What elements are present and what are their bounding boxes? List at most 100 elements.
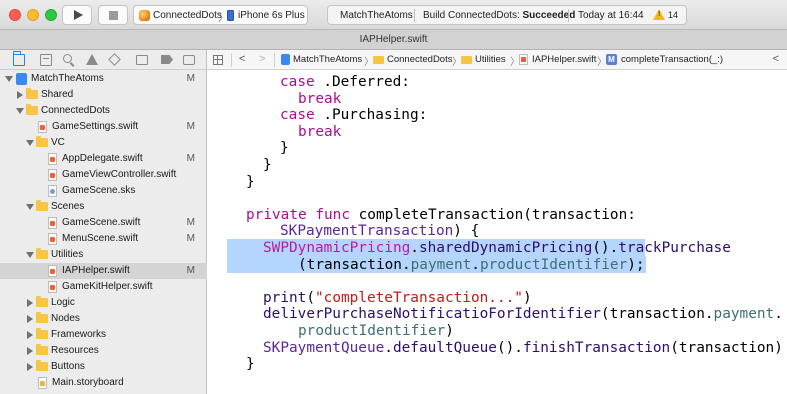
disclosure-down-icon[interactable]: [26, 204, 34, 210]
back-chevron-icon[interactable]: <: [239, 53, 245, 65]
tree-label: Logic: [51, 297, 75, 308]
disclosure-down-icon[interactable]: [16, 108, 24, 114]
related-items-grid-icon[interactable]: [213, 55, 223, 65]
disclosure-down-icon[interactable]: [5, 76, 13, 82]
report-navigator-icon[interactable]: [183, 55, 195, 65]
tree-row-logic[interactable]: Logic: [0, 295, 207, 311]
stop-button[interactable]: [98, 5, 128, 25]
activity-build-prefix: Build ConnectedDots:: [423, 10, 523, 21]
folder-icon: [36, 344, 48, 355]
breadcrumb-project[interactable]: MatchTheAtoms: [293, 54, 362, 65]
project-navigator-folder-icon[interactable]: [12, 51, 25, 66]
folder-icon: [26, 88, 38, 99]
disclosure-down-icon[interactable]: [26, 252, 34, 258]
activity-divider: [414, 9, 415, 22]
tree-row-shared[interactable]: Shared: [0, 87, 207, 103]
code-line: (transaction.payment.productIdentifier);: [298, 257, 645, 274]
disclosure-right-icon[interactable]: [17, 91, 23, 99]
tree-label: AppDelegate.swift: [62, 153, 143, 164]
code-text: (: [306, 289, 315, 306]
tree-row-iaphelper[interactable]: IAPHelper.swift M: [0, 263, 207, 279]
tree-row-resources[interactable]: Resources: [0, 343, 207, 359]
code-line: }: [263, 157, 272, 173]
warning-count[interactable]: 14: [668, 10, 678, 20]
disclosure-right-icon[interactable]: [27, 315, 33, 323]
tree-label: ConnectedDots: [41, 105, 110, 116]
zoom-window-button[interactable]: [45, 9, 57, 21]
code-line: SWPDynamicPricing.sharedDynamicPricing()…: [263, 240, 731, 257]
disclosure-right-icon[interactable]: [27, 347, 33, 355]
tree-row-menuscene[interactable]: MenuScene.swift M: [0, 231, 207, 247]
tree-label: Nodes: [51, 313, 80, 324]
code-text: .Deferred:: [314, 74, 410, 90]
tab-iaphelper[interactable]: IAPHelper.swift: [0, 30, 787, 50]
tree-row-vc[interactable]: VC: [0, 135, 207, 151]
tree-row-gamescene-swift[interactable]: GameScene.swift M: [0, 215, 207, 231]
swift-file-icon: [38, 121, 47, 133]
debug-navigator-icon[interactable]: [136, 55, 148, 65]
code-text: ) {: [453, 223, 480, 240]
code-method: sharedDynamicPricing: [418, 240, 593, 256]
code-property: productIdentifier: [479, 256, 628, 273]
find-navigator-search-icon[interactable]: [63, 54, 75, 66]
code-keyword: case: [280, 74, 315, 90]
app-target-icon: [139, 10, 150, 21]
tree-label: MenuScene.swift: [62, 233, 139, 244]
play-icon: [74, 10, 83, 20]
tree-label: GameViewController.swift: [62, 169, 177, 180]
swift-file-icon: [48, 153, 57, 165]
activity-viewer[interactable]: MatchTheAtoms Build ConnectedDots: Succe…: [327, 5, 687, 25]
source-editor: < > MatchTheAtoms 〉 ConnectedDots 〉 Util…: [207, 50, 787, 394]
tree-row-frameworks[interactable]: Frameworks: [0, 327, 207, 343]
disclosure-right-icon[interactable]: [27, 363, 33, 371]
code-type: SKPaymentQueue: [263, 339, 385, 356]
tree-row-scenes[interactable]: Scenes: [0, 199, 207, 215]
close-window-button[interactable]: [9, 9, 21, 21]
run-button[interactable]: [62, 5, 92, 25]
code-area[interactable]: case .Deferred: break case .Purchasing: …: [207, 70, 787, 394]
tree-row-main-storyboard[interactable]: Main.storyboard: [0, 375, 207, 391]
issue-navigator-warning-icon[interactable]: [86, 54, 98, 65]
minimize-window-button[interactable]: [27, 9, 39, 21]
forward-chevron-icon[interactable]: >: [259, 53, 265, 65]
disclosure-right-icon[interactable]: [27, 299, 33, 307]
scheme-selector[interactable]: ConnectedDots 〉 iPhone 6s Plus: [133, 5, 308, 25]
tree-row-gamescene-sks[interactable]: GameScene.sks: [0, 183, 207, 199]
breadcrumb-file[interactable]: IAPHelper.swift: [532, 54, 596, 65]
symbol-navigator-icon[interactable]: [40, 54, 52, 66]
breadcrumb-group[interactable]: ConnectedDots: [387, 54, 452, 65]
folder-icon: [36, 312, 48, 323]
tree-row-gamesettings[interactable]: GameSettings.swift M: [0, 119, 207, 135]
scm-status-badge: M: [186, 73, 195, 84]
code-line: SKPaymentQueue.defaultQueue().finishTran…: [263, 340, 783, 357]
tree-label: GameKitHelper.swift: [62, 281, 153, 292]
test-navigator-diamond-icon[interactable]: [108, 53, 121, 66]
tree-row-utilities[interactable]: Utilities: [0, 247, 207, 263]
activity-time: Today at 16:44: [578, 10, 644, 21]
scm-status-badge: M: [186, 121, 195, 132]
disclosure-down-icon[interactable]: [26, 140, 34, 146]
swift-file-icon: [48, 217, 57, 229]
tree-row-matchtheatoms[interactable]: MatchTheAtoms M: [0, 71, 207, 87]
tree-label: IAPHelper.swift: [62, 265, 130, 276]
breadcrumb-method[interactable]: completeTransaction(_:): [621, 54, 723, 65]
toolbar: ConnectedDots 〉 iPhone 6s Plus MatchTheA…: [0, 0, 787, 30]
disclosure-right-icon[interactable]: [27, 331, 33, 339]
tree-row-appdelegate[interactable]: AppDelegate.swift M: [0, 151, 207, 167]
tree-row-buttons[interactable]: Buttons: [0, 359, 207, 375]
breadcrumb-folder[interactable]: Utilities: [475, 54, 506, 65]
tree-row-connecteddots[interactable]: ConnectedDots: [0, 103, 207, 119]
code-text: .: [410, 240, 419, 256]
scm-status-badge: M: [186, 233, 195, 244]
breakpoint-navigator-icon[interactable]: [161, 55, 173, 64]
swift-file-icon: [48, 169, 57, 181]
tree-row-gamekithelper[interactable]: GameKitHelper.swift: [0, 279, 207, 295]
code-text: ().: [496, 339, 523, 356]
folder-icon: [36, 328, 48, 339]
editor-tab-bar: IAPHelper.swift: [0, 30, 787, 50]
tree-row-gameviewcontroller[interactable]: GameViewController.swift: [0, 167, 207, 183]
tree-label: GameScene.swift: [62, 217, 141, 228]
related-back-chevron-icon[interactable]: <: [773, 53, 779, 65]
folder-icon: [36, 248, 48, 259]
tree-row-nodes[interactable]: Nodes: [0, 311, 207, 327]
